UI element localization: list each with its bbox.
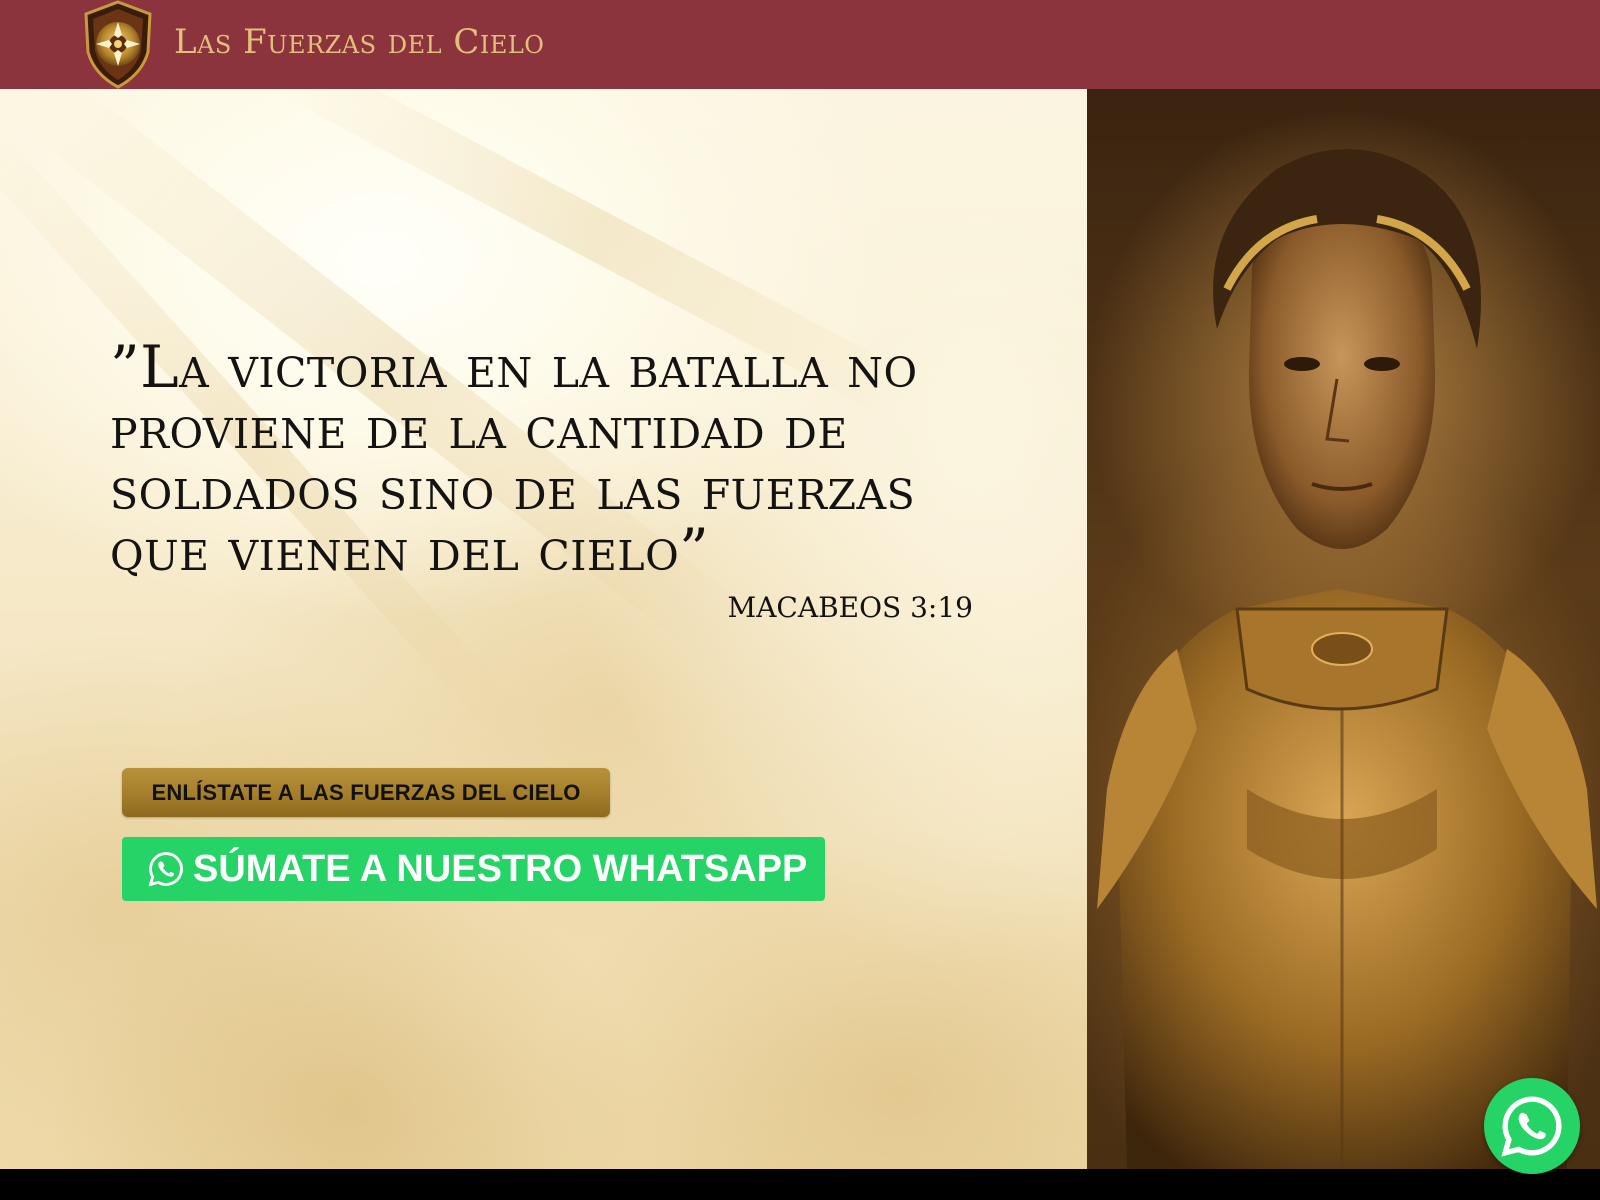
whatsapp-join-button[interactable]: SÚMATE A NUESTRO WHATSAPP (122, 837, 825, 901)
site-header: Las Fuerzas del Cielo (0, 0, 1600, 89)
armored-portrait-image (1097, 149, 1597, 1169)
quote-reference: MACABEOS 3:19 (727, 591, 973, 624)
floating-whatsapp-button[interactable] (1484, 1078, 1580, 1174)
hero-quote: ”La victoria en la batalla no proviene d… (110, 333, 918, 584)
enlist-button[interactable]: ENLÍSTATE A LAS FUERZAS DEL CIELO (122, 768, 610, 817)
whatsapp-button-label: SÚMATE A NUESTRO WHATSAPP (193, 847, 808, 890)
whatsapp-icon (148, 852, 183, 887)
bottom-bar (0, 1169, 1600, 1200)
shield-cross-emblem-icon (84, 0, 152, 89)
hero-portrait (1087, 89, 1600, 1169)
logo[interactable] (78, 0, 158, 89)
brand-title[interactable]: Las Fuerzas del Cielo (174, 22, 544, 62)
whatsapp-icon (1501, 1096, 1562, 1157)
hero-section: ”La victoria en la batalla no proviene d… (0, 89, 1087, 1169)
